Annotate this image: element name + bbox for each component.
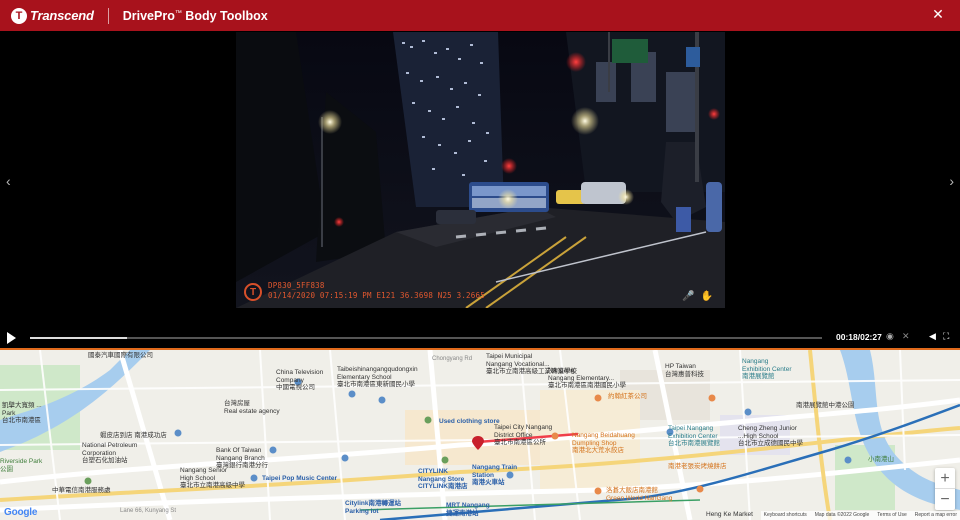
- map-label-citylink-store: CITYLINK Nangang Store CITYLINK南港店: [418, 468, 468, 490]
- brand-name: Transcend: [30, 8, 94, 23]
- time-display: 00:18/02:27: [836, 332, 882, 342]
- map-label-district-office: Taipei City Nangang District Office 臺北市南港區…: [494, 424, 553, 446]
- title-bar: T Transcend DrivePro™ Body Toolbox ✕: [0, 0, 960, 31]
- next-video-icon[interactable]: ›: [949, 173, 954, 189]
- title-separator: [107, 7, 109, 24]
- google-logo[interactable]: Google: [4, 507, 37, 518]
- map-label-xiao-nangang-mountain: 小南港山: [868, 456, 894, 463]
- dashcam-logo-icon: T: [244, 283, 262, 301]
- map-label-citylink-bus: Citylink南港轉運站 Parking lot: [345, 500, 401, 515]
- brand: T Transcend: [11, 7, 94, 24]
- map-label-used-clothing: Used clothing store: [439, 418, 500, 425]
- hand-icon: ✋: [700, 291, 713, 302]
- seek-bar[interactable]: [30, 337, 822, 339]
- map-label-heng-ke-market: Heng Ke Market: [706, 511, 753, 518]
- map-label-kamaz: 國泰汽車國際有限公司: [88, 352, 153, 359]
- map-label-exhibition-park: 南港展覽館中港公園: [796, 402, 855, 409]
- map-label-hp-taiwan: HP Taiwan 台灣惠普科技: [665, 363, 704, 378]
- map-label-cheng-zheng: Cheng Zheng Junior ...High School 台北市立成德國民…: [738, 425, 803, 447]
- terms-link[interactable]: Terms of Use: [877, 511, 906, 520]
- seek-progress: [30, 337, 128, 339]
- app-title-main: DrivePro: [122, 8, 175, 23]
- map-label-bakery: 南港老張炭烤燒餅店: [668, 463, 727, 470]
- snapshot-camera-icon[interactable]: ◉: [886, 331, 894, 342]
- map-label-green-world: 洛碁大飯店南港館 Green World NanGang: [606, 487, 673, 502]
- map-label-riverside-park: Riverside Park 公園: [0, 458, 43, 473]
- report-error-link[interactable]: Report a map error: [915, 511, 957, 520]
- map-data-credit: Map data ©2022 Google: [814, 512, 870, 518]
- video-frame[interactable]: T DP830_5FF838 01/14/2020 07:15:19 PM E1…: [236, 32, 725, 308]
- keyboard-shortcuts-link[interactable]: Keyboard shortcuts: [764, 511, 807, 520]
- road-label-chongyang: Chongyang Rd: [432, 356, 473, 362]
- map-label-nangang-elementary: Nangang Nangang Elementary... 臺北市南港區南港國民小學: [548, 367, 626, 389]
- map-label-national-petroleum: National Petroleum Corporation 台塑石化加油站: [82, 442, 138, 464]
- overlay-status-icons: 🎤 ✋: [682, 291, 713, 302]
- map-label-mrt-nangang: MRT Nangang 捷運南港站: [446, 502, 490, 517]
- mic-off-icon: 🎤: [682, 291, 695, 302]
- device-id-text: DP830_5FF838: [268, 281, 325, 290]
- map-attribution: Keyboard shortcuts Map data ©2022 Google…: [760, 511, 960, 520]
- timestamp-gps-text: 01/14/2020 07:15:19 PM E121 36.3698 N25 …: [268, 291, 485, 300]
- map-label-telecom-office: 中華電信南港服務處: [52, 487, 111, 494]
- play-icon[interactable]: [7, 332, 16, 344]
- disabled-audio-icon[interactable]: ✕: [902, 331, 910, 342]
- zoom-controls: + −: [935, 468, 955, 510]
- map-label-real-estate: 台灣房屋 Real estate agency: [224, 400, 280, 415]
- app-title: DrivePro™ Body Toolbox: [123, 9, 268, 23]
- map-label-donxin-school: Taibeishinangangqudongxin Elementary Scho…: [337, 366, 418, 388]
- zoom-in-button[interactable]: +: [935, 468, 955, 489]
- road-label-kunyang: Lane 66, Kunyang St: [120, 508, 177, 514]
- previous-video-icon[interactable]: ‹: [6, 173, 11, 189]
- map-label-bank-park: 凱擘大寬頻 ... Park 台北市南港區: [2, 402, 42, 424]
- fullscreen-icon[interactable]: ⛶: [943, 331, 949, 342]
- player-controls: 00:18/02:27 ◉ ✕ ◀ ⛶: [0, 328, 960, 348]
- map-label-tea-company: 約翰紅茶公司: [608, 393, 647, 400]
- map-label-nangang-exhibition: Nangang Exhibition Center 南港展覽館: [742, 358, 792, 380]
- map-label-dumpling-shop: Nangang Beidahuang Dumpling Shop 南港北大荒水餃店: [572, 432, 635, 454]
- zoom-out-button[interactable]: −: [935, 489, 955, 510]
- close-icon[interactable]: ✕: [930, 6, 946, 22]
- map-label-pop-music-center: Taipei Pop Music Center: [262, 475, 338, 482]
- map-label-exhibition-center: Taipei Nangang Exhibition Center 台北市南港展覽館: [668, 425, 720, 447]
- app-title-suffix: Body Toolbox: [181, 8, 268, 23]
- map-label-china-tv: China Television Company 中國電視公司: [276, 369, 324, 391]
- transcend-logo-icon: T: [11, 7, 27, 24]
- trademark-mark: ™: [174, 9, 182, 17]
- video-area: ‹ › T DP830_5FF838 01/14/2020 07:15:19 P…: [0, 31, 960, 328]
- map-label-shopee-store: 蝦皮店到店 南港成功店: [100, 432, 167, 439]
- map-label-nangang-train: Nangang Train Station 南港火車站: [472, 464, 518, 486]
- night-street-scene: [236, 32, 725, 308]
- volume-icon[interactable]: ◀: [929, 331, 936, 342]
- map-label-nangang-senior-high: Nangang Senior High School 臺北市立南港高級中學: [180, 467, 245, 489]
- map-panel[interactable]: 國泰汽車國際有限公司 China Television Company 中國電視公司…: [0, 350, 960, 520]
